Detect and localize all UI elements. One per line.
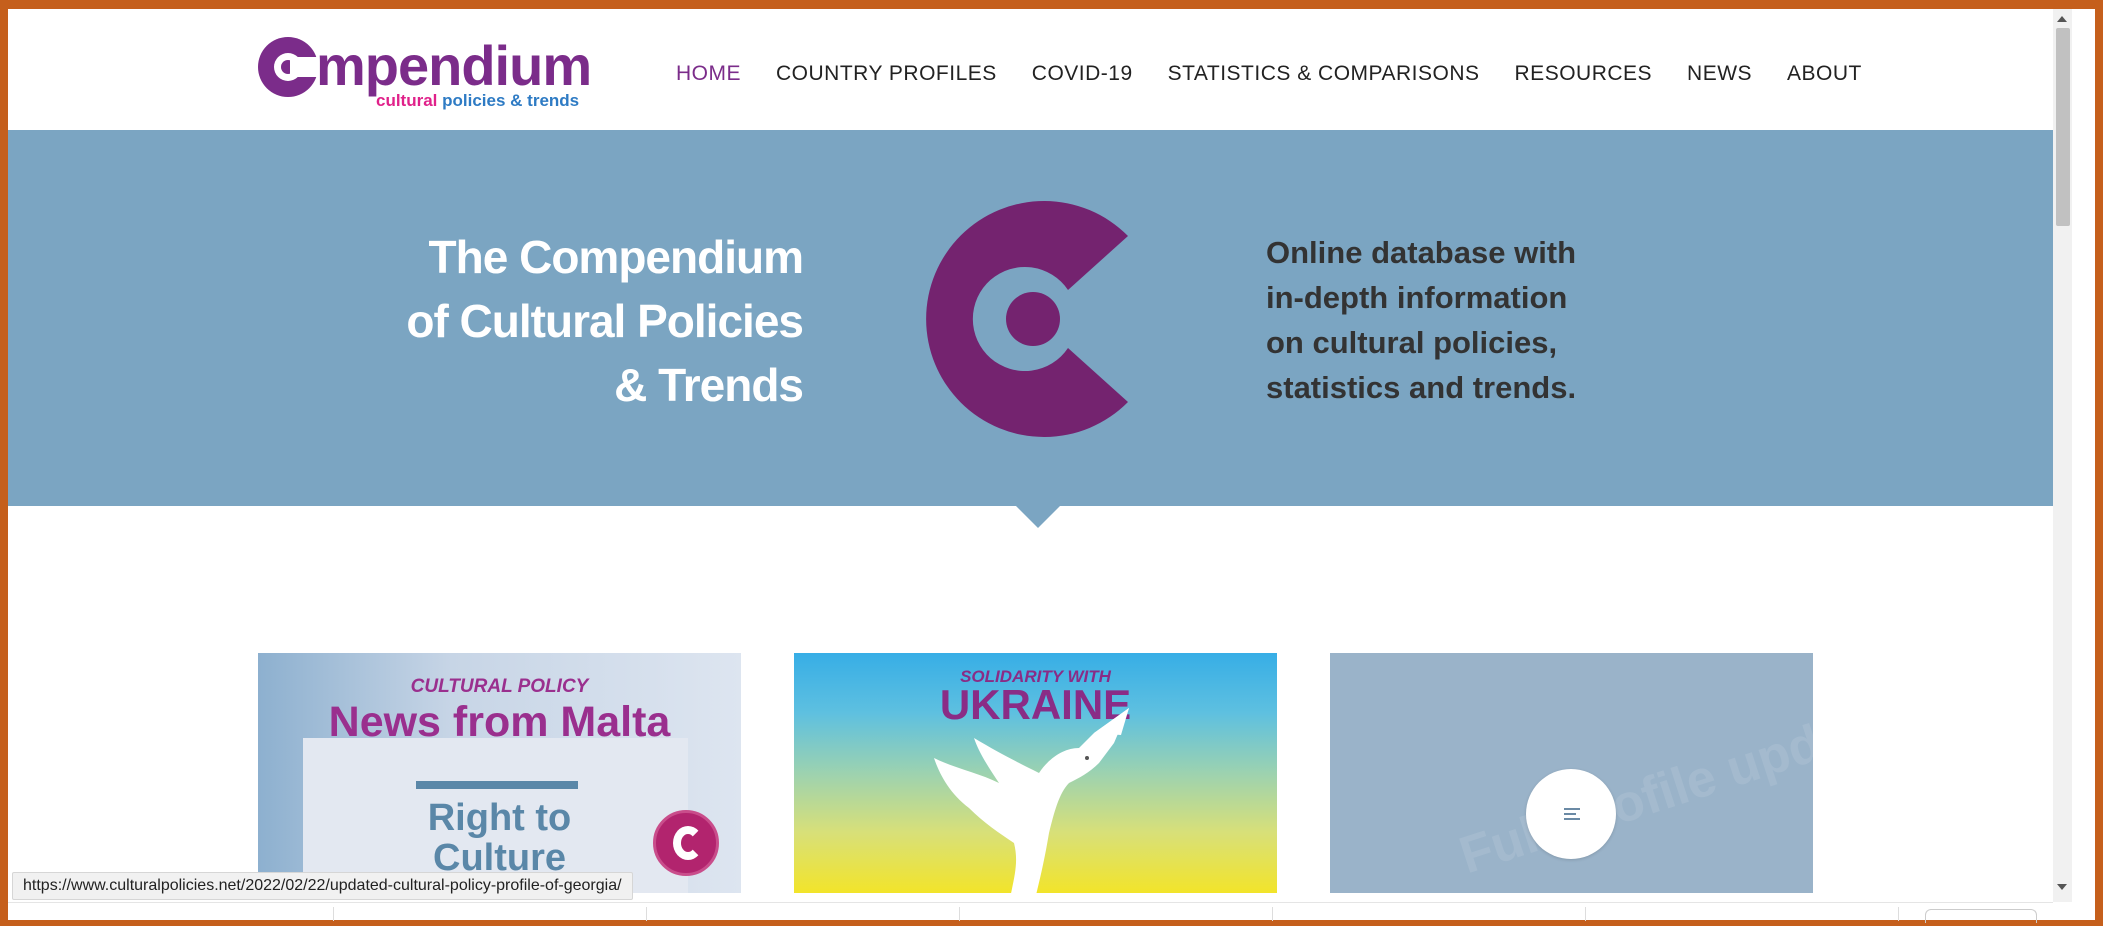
- scroll-up-icon[interactable]: [2057, 16, 2067, 22]
- strip-tab[interactable]: [1925, 909, 2037, 923]
- card-headline: News from Malta: [328, 698, 671, 746]
- strip-divider: [1585, 907, 1586, 921]
- nav-item-about[interactable]: ABOUT: [1787, 62, 1862, 86]
- strip-divider: [959, 907, 960, 921]
- read-more-button[interactable]: [1526, 769, 1616, 859]
- card-divider-bar: [416, 781, 578, 789]
- strip-divider: [333, 907, 334, 921]
- hero-title-line: of Cultural Policies: [406, 295, 804, 347]
- strip-divider: [1272, 907, 1273, 921]
- hero-pointer-arrow: [1016, 506, 1060, 528]
- hero-title-line: The Compendium: [428, 231, 804, 283]
- dove-icon: [934, 708, 1129, 893]
- main-nav: HOME COUNTRY PROFILES COVID-19 STATISTIC…: [676, 62, 1897, 86]
- strip-divider: [1898, 907, 1899, 921]
- card-ghost-text: Full profile updated: [1452, 680, 1813, 886]
- card-kicker: CULTURAL POLICY: [410, 676, 589, 697]
- hero-title-line: & Trends: [614, 359, 804, 411]
- nav-item-country-profiles[interactable]: COUNTRY PROFILES: [776, 62, 997, 86]
- status-bar-url: https://www.culturalpolicies.net/2022/02…: [12, 872, 633, 900]
- scrollbar-thumb[interactable]: [2056, 28, 2070, 226]
- news-card-ukraine[interactable]: SOLIDARITY WITH UKRAINE: [794, 653, 1277, 893]
- hero-text-line: Online database with: [1266, 235, 1577, 270]
- seal-icon: [653, 810, 719, 876]
- logo-tagline-rest: policies & trends: [442, 91, 580, 110]
- nav-item-home[interactable]: HOME: [676, 62, 741, 86]
- logo-wordmark: mpendium: [316, 34, 592, 97]
- hero-text-line: statistics and trends.: [1266, 370, 1577, 405]
- site-logo[interactable]: mpendium cultural policies & trends: [256, 31, 592, 111]
- logo-tagline: cultural policies & trends: [376, 91, 579, 111]
- nav-item-covid-19[interactable]: COVID-19: [1032, 62, 1133, 86]
- hero-title: The Compendium of Cultural Policies & Tr…: [406, 225, 804, 417]
- logo-c-icon: [258, 37, 320, 97]
- nav-item-statistics-comparisons[interactable]: STATISTICS & COMPARISONS: [1168, 62, 1480, 86]
- hero-text-line: in-depth information: [1266, 280, 1568, 315]
- hero-text-line: on cultural policies,: [1266, 325, 1558, 360]
- text-lines-icon: [1564, 808, 1580, 823]
- strip-divider: [646, 907, 647, 921]
- hero-description: Online database with in-depth informatio…: [1266, 230, 1576, 410]
- logo-tagline-cultural: cultural: [376, 91, 438, 110]
- compendium-c-logo-icon: [926, 201, 1128, 437]
- news-card-malta[interactable]: CULTURAL POLICY News from Malta Right to…: [258, 653, 741, 893]
- hero-banner: The Compendium of Cultural Policies & Tr…: [8, 130, 2053, 506]
- bottom-strip: [8, 902, 2053, 923]
- scroll-down-icon[interactable]: [2057, 884, 2067, 890]
- site-header: mpendium cultural policies & trends HOME…: [8, 9, 2053, 130]
- news-card-profile-updated[interactable]: Full profile updated: [1330, 653, 1813, 893]
- nav-item-resources[interactable]: RESOURCES: [1515, 62, 1653, 86]
- nav-item-news[interactable]: NEWS: [1687, 62, 1752, 86]
